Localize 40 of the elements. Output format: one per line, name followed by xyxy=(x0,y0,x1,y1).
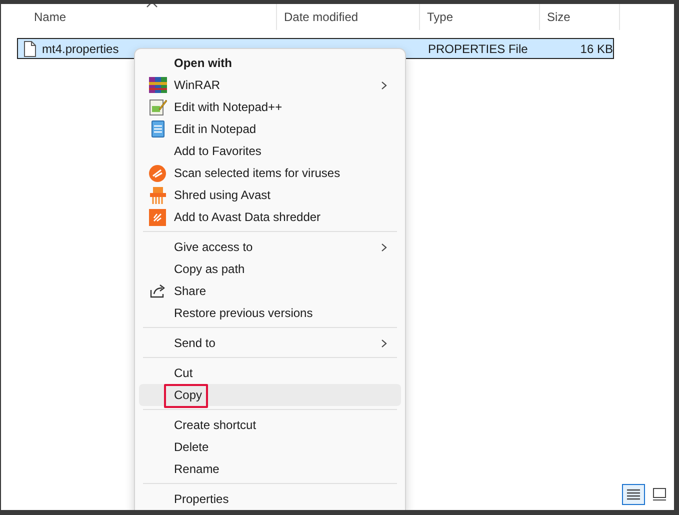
column-header[interactable]: Size xyxy=(547,10,570,24)
menu-item[interactable]: Add to Favorites xyxy=(139,140,401,162)
column-header[interactable]: Date modified xyxy=(284,10,358,24)
books-icon xyxy=(148,77,166,93)
chevron-right-icon xyxy=(381,242,387,252)
menu-item[interactable]: Rename xyxy=(139,458,401,480)
chevron-right-icon xyxy=(381,338,387,348)
column-header[interactable]: Type xyxy=(427,10,454,24)
menu-item[interactable]: Scan selected items for viruses xyxy=(139,162,401,184)
menu-item[interactable]: Delete xyxy=(139,436,401,458)
type-cell-text: PROPERTIES File xyxy=(427,42,529,56)
menu-item[interactable]: Restore previous versions xyxy=(139,302,401,324)
file-name: mt4.properties xyxy=(42,42,119,56)
shredder-icon xyxy=(150,186,166,204)
document-icon xyxy=(24,40,36,56)
menu-item[interactable]: Edit in Notepad xyxy=(139,118,401,140)
circle-icon xyxy=(149,164,166,182)
notepad-pencil-icon xyxy=(148,98,166,116)
menu-item[interactable]: Send to xyxy=(139,332,401,354)
rocket-icon xyxy=(149,208,166,226)
size-cell-text: 16 KB xyxy=(579,42,614,56)
menu-item[interactable]: Share xyxy=(139,280,401,302)
menu-item[interactable]: Copy xyxy=(139,384,401,406)
menu-item[interactable]: Add to Avast Data shredder xyxy=(139,206,401,228)
menu-item[interactable]: WinRAR xyxy=(139,74,401,96)
menu-item[interactable]: Cut xyxy=(139,362,401,384)
column-header[interactable]: Name xyxy=(34,10,66,24)
notepad-icon xyxy=(150,120,164,138)
menu-item[interactable]: Properties xyxy=(139,488,401,510)
menu-item[interactable]: Create shortcut xyxy=(139,414,401,436)
share-icon xyxy=(150,284,166,298)
menu-item[interactable]: Edit with Notepad++ xyxy=(139,96,401,118)
details-view-button[interactable] xyxy=(622,484,645,505)
menu-item[interactable]: Give access to xyxy=(139,236,401,258)
tile-icon xyxy=(653,488,666,501)
list-lines-icon xyxy=(627,489,640,500)
menu-item[interactable]: Open with xyxy=(139,52,401,74)
chevron-right-icon xyxy=(381,80,387,90)
menu-item[interactable]: Shred using Avast xyxy=(139,184,401,206)
menu-item[interactable]: Copy as path xyxy=(139,258,401,280)
